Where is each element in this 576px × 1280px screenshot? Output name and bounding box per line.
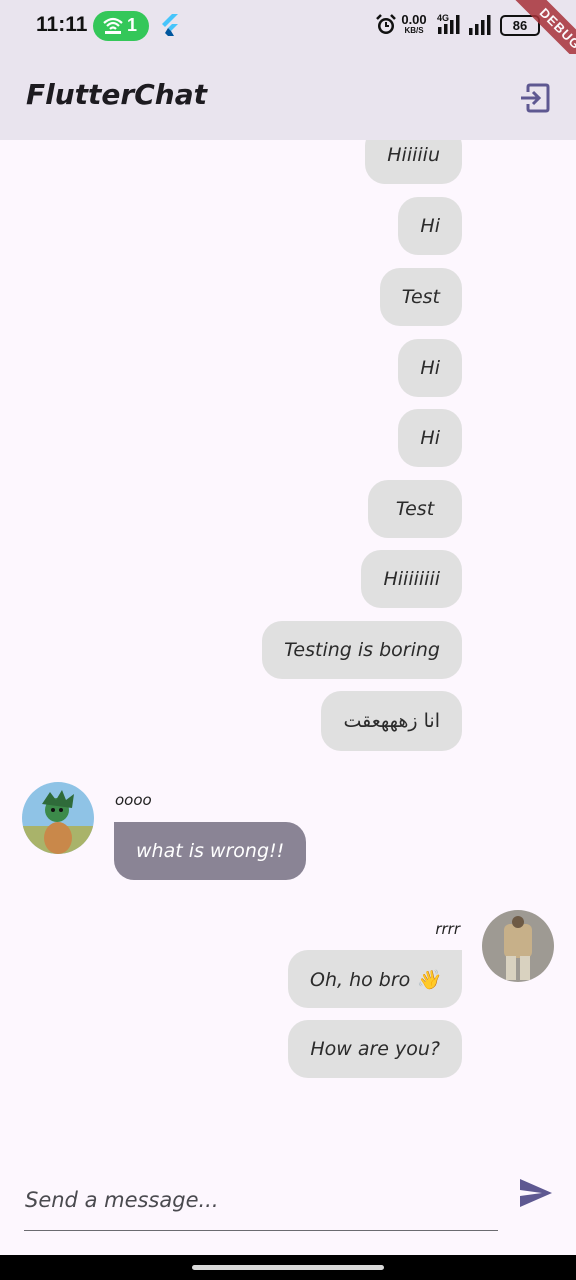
hotspot-icon [103,17,123,34]
app-bar: FlutterChat [0,54,576,140]
message-list[interactable]: Hiiiiiu Hi Test Hi Hi Test Hiiiiiiii Tes… [0,140,576,1155]
net-speed-unit: KB/S [404,26,424,35]
avatar[interactable] [482,910,554,982]
signal-4g-icon: 4G [437,13,460,34]
status-bar: 11:11 1 0.00 KB/S 4G 86 DEBUG [0,0,576,87]
flutter-icon [162,14,178,36]
avatar-image-icon [22,782,94,854]
message-bubble: Test [368,480,462,538]
net-speed: 0.00 KB/S [399,13,429,35]
svg-text:4G: 4G [437,13,449,23]
message-bubble: Oh, ho bro 👋 [288,950,462,1008]
message-bubble: Hiiiiiiii [361,550,462,608]
logout-icon [521,83,550,113]
message-bubble: what is wrong!! [114,822,307,880]
message-bubble: Hi [398,339,462,397]
logout-button[interactable] [515,78,555,118]
message-bubble: Hi [398,409,462,467]
message-bubble: Testing is boring [262,621,462,679]
net-speed-value: 0.00 [401,12,427,27]
message-username: rrrr [435,920,460,938]
hotspot-indicator: 1 [93,11,149,41]
message-input[interactable] [24,1169,498,1231]
message-username: oooo [115,791,152,809]
message-bubble: Hi [398,197,462,255]
message-composer [0,1155,576,1255]
hotspot-count: 1 [127,15,138,35]
signal-icon [469,15,491,35]
alarm-icon [376,14,396,34]
system-nav-bar [0,1255,576,1280]
send-button[interactable] [514,1173,558,1213]
avatar-image-icon [482,910,554,982]
message-bubble: Hiiiiiu [365,140,462,184]
message-bubble: Test [379,268,462,326]
home-indicator[interactable] [192,1265,384,1270]
message-bubble: How are you? [288,1020,462,1078]
avatar[interactable] [22,782,94,854]
send-icon [520,1179,552,1207]
message-bubble: انا زهههعقت [321,691,462,751]
status-time: 11:11 [36,13,88,36]
app-title: FlutterChat [26,78,207,111]
